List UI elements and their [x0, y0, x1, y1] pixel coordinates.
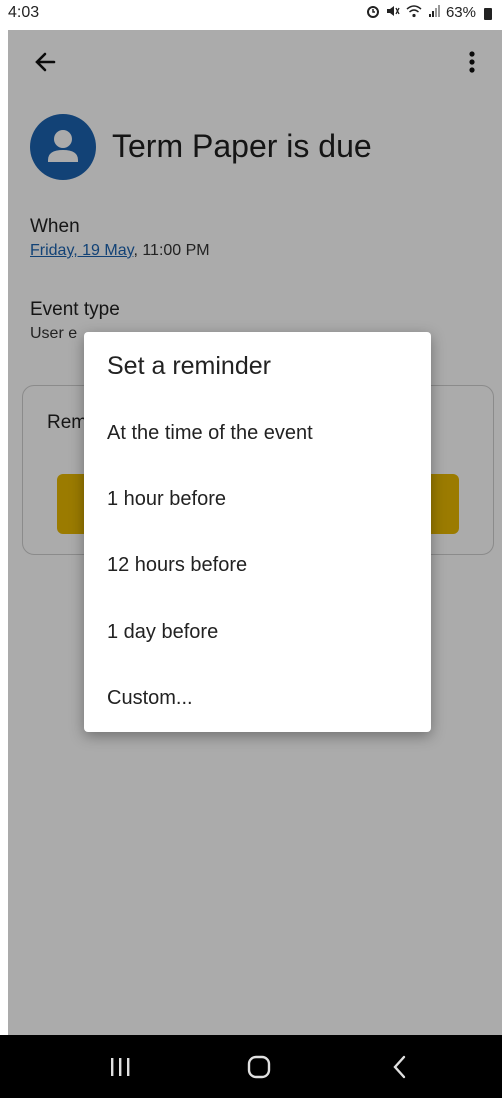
option-1-day[interactable]: 1 day before	[84, 603, 431, 663]
option-at-time[interactable]: At the time of the event	[84, 404, 431, 464]
status-time: 4:03	[8, 4, 40, 21]
option-label: At the time of the event	[107, 422, 313, 444]
back-icon	[393, 1055, 406, 1079]
home-button[interactable]	[234, 1047, 284, 1087]
screen: 4:03 63% Term Paper is due When Friday, …	[0, 0, 502, 1098]
option-label: 12 hours before	[107, 554, 248, 576]
option-1-hour[interactable]: 1 hour before	[84, 470, 431, 530]
option-12-hours[interactable]: 12 hours before	[84, 536, 431, 596]
battery-icon	[484, 7, 492, 20]
status-icons: 63%	[366, 4, 492, 21]
home-icon	[247, 1055, 271, 1079]
system-nav-bar	[0, 1035, 502, 1098]
nav-back-button[interactable]	[375, 1047, 425, 1087]
alarm-icon	[366, 4, 380, 21]
dialog-title: Set a reminder	[107, 352, 271, 380]
signal-icon	[428, 4, 440, 21]
recents-icon	[111, 1058, 130, 1076]
option-custom[interactable]: Custom...	[84, 669, 431, 729]
reminder-dialog: Set a reminder At the time of the event …	[84, 332, 431, 732]
option-label: 1 hour before	[107, 488, 226, 510]
battery-percent: 63%	[445, 4, 476, 21]
wifi-icon	[406, 4, 422, 21]
option-label: 1 day before	[107, 621, 219, 643]
recents-button[interactable]	[95, 1047, 145, 1087]
option-label: Custom...	[107, 687, 193, 709]
status-bar: 4:03 63%	[0, 0, 502, 30]
mute-icon	[386, 4, 400, 21]
